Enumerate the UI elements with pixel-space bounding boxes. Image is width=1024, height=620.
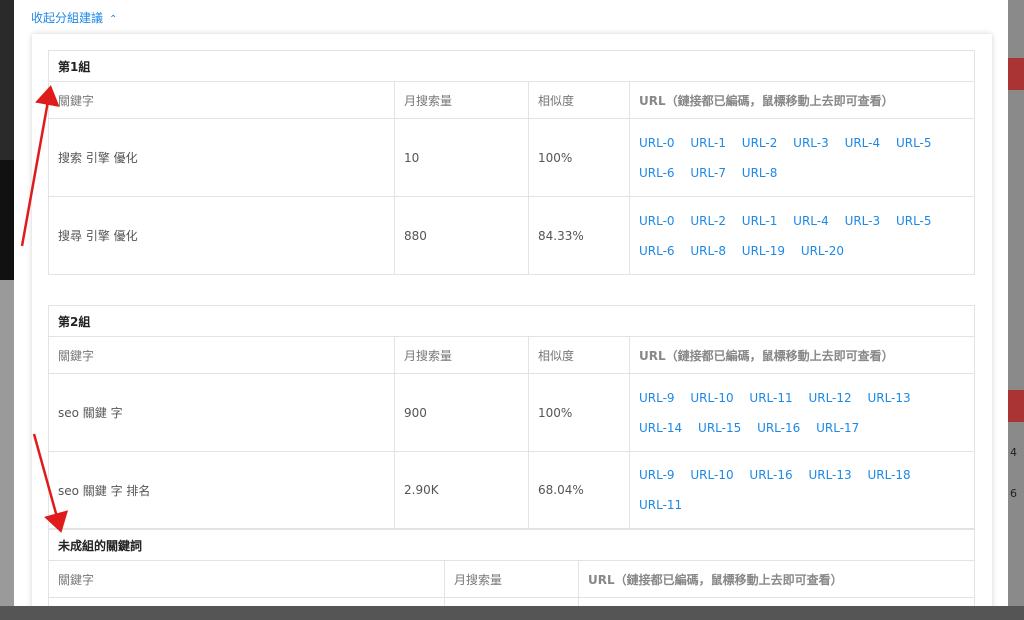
column-header-url: URL（鏈接都已編碼，鼠標移動上去即可查看）: [629, 336, 975, 374]
url-link[interactable]: URL-16: [749, 468, 792, 482]
url-link[interactable]: URL-8: [690, 244, 726, 258]
background-page-left: [0, 0, 14, 620]
group-title: 第2組: [48, 305, 975, 337]
url-link[interactable]: URL-19: [742, 244, 785, 258]
url-link[interactable]: URL-18: [867, 468, 910, 482]
background-block: [0, 160, 14, 280]
url-link[interactable]: URL-16: [757, 421, 800, 435]
url-link[interactable]: URL-12: [808, 391, 851, 405]
keyword-cell: seo 關鍵 字: [48, 373, 395, 452]
collapse-groups-toggle[interactable]: 收起分組建議 ⌃: [31, 9, 117, 26]
similarity-cell: 84.33%: [528, 196, 630, 275]
column-header-keyword: 關鍵字: [48, 560, 445, 598]
url-cell: URL-0 URL-2 URL-1 URL-4 URL-3 URL-5 URL-…: [629, 196, 975, 275]
column-header-volume: 月搜索量: [394, 336, 529, 374]
url-link[interactable]: URL-5: [896, 214, 932, 228]
url-link[interactable]: URL-3: [793, 136, 829, 150]
url-link[interactable]: URL-11: [639, 498, 682, 512]
url-link[interactable]: URL-4: [845, 136, 881, 150]
url-link[interactable]: URL-4: [793, 214, 829, 228]
url-link[interactable]: URL-10: [690, 468, 733, 482]
url-link[interactable]: URL-9: [639, 391, 675, 405]
similarity-cell: 68.04%: [528, 451, 630, 529]
table-row: 搜尋 引擎 優化 880 84.33% URL-0 URL-2 URL-1 UR…: [48, 196, 975, 275]
table-row: [48, 597, 975, 606]
collapse-groups-label: 收起分組建議: [31, 11, 104, 25]
url-link[interactable]: URL-8: [742, 166, 778, 180]
url-link[interactable]: URL-6: [639, 166, 675, 180]
volume-cell: 2.90K: [394, 451, 529, 529]
keyword-cell: [48, 597, 445, 606]
group-suggestion-modal: 收起分組建議 ⌃ 第1組 關鍵字 月搜索量 相似度 URL（鏈接都已編碼，鼠標移動…: [14, 0, 1008, 606]
url-link[interactable]: URL-17: [816, 421, 859, 435]
url-cell: URL-9 URL-10 URL-11 URL-12 URL-13 URL-14…: [629, 373, 975, 452]
url-cell: [578, 597, 975, 606]
volume-cell: 900: [394, 373, 529, 452]
background-delete-button: [1008, 58, 1024, 90]
table-row: seo 關鍵 字 排名 2.90K 68.04% URL-9 URL-10 UR…: [48, 451, 975, 529]
column-header-url: URL（鏈接都已編碼，鼠標移動上去即可查看）: [629, 81, 975, 119]
url-link[interactable]: URL-13: [808, 468, 851, 482]
group-table-1: 第1組 關鍵字 月搜索量 相似度 URL（鏈接都已編碼，鼠標移動上去即可查看） …: [48, 50, 975, 275]
url-link[interactable]: URL-1: [742, 214, 778, 228]
column-header-volume: 月搜索量: [444, 560, 579, 598]
group-title: 未成組的關鍵詞: [48, 529, 975, 561]
group-suggestion-card: 第1組 關鍵字 月搜索量 相似度 URL（鏈接都已編碼，鼠標移動上去即可查看） …: [32, 34, 992, 606]
ungrouped-keywords-table: 未成組的關鍵詞 關鍵字 月搜索量 URL（鏈接都已編碼，鼠標移動上去即可查看）: [48, 529, 975, 606]
column-header-similarity: 相似度: [528, 81, 630, 119]
url-link[interactable]: URL-5: [896, 136, 932, 150]
url-link[interactable]: URL-15: [698, 421, 741, 435]
url-link[interactable]: URL-20: [801, 244, 844, 258]
url-link[interactable]: URL-13: [867, 391, 910, 405]
group-table-2: 第2組 關鍵字 月搜索量 相似度 URL（鏈接都已編碼，鼠標移動上去即可查看） …: [48, 305, 975, 529]
volume-cell: 880: [394, 196, 529, 275]
table-row: seo 關鍵 字 900 100% URL-9 URL-10 URL-11 UR…: [48, 373, 975, 452]
url-link[interactable]: URL-3: [845, 214, 881, 228]
column-header-url: URL（鏈接都已編碼，鼠標移動上去即可查看）: [578, 560, 975, 598]
url-link[interactable]: URL-2: [690, 214, 726, 228]
url-link[interactable]: URL-14: [639, 421, 682, 435]
group-title: 第1組: [48, 50, 975, 82]
chevron-up-icon: ⌃: [109, 14, 118, 25]
url-cell: URL-0 URL-1 URL-2 URL-3 URL-4 URL-5 URL-…: [629, 118, 975, 197]
background-delete-button: [1008, 390, 1024, 422]
url-cell: URL-9 URL-10 URL-16 URL-13 URL-18 URL-11: [629, 451, 975, 529]
background-bottom-bar: [0, 606, 1024, 620]
similarity-cell: 100%: [528, 118, 630, 197]
background-page-right: 4 6: [1008, 0, 1024, 620]
url-link[interactable]: URL-9: [639, 468, 675, 482]
volume-cell: [444, 597, 579, 606]
url-link[interactable]: URL-1: [690, 136, 726, 150]
volume-cell: 10: [394, 118, 529, 197]
background-block: [0, 280, 14, 620]
url-link[interactable]: URL-6: [639, 244, 675, 258]
background-number: 4: [1010, 446, 1017, 459]
keyword-cell: 搜尋 引擎 優化: [48, 196, 395, 275]
background-number: 6: [1010, 487, 1017, 500]
similarity-cell: 100%: [528, 373, 630, 452]
column-header-volume: 月搜索量: [394, 81, 529, 119]
column-header-keyword: 關鍵字: [48, 81, 395, 119]
keyword-cell: 搜索 引擎 優化: [48, 118, 395, 197]
background-block: [0, 0, 14, 160]
url-link[interactable]: URL-2: [742, 136, 778, 150]
url-link[interactable]: URL-11: [749, 391, 792, 405]
url-link[interactable]: URL-10: [690, 391, 733, 405]
column-header-keyword: 關鍵字: [48, 336, 395, 374]
url-link[interactable]: URL-0: [639, 214, 675, 228]
keyword-cell: seo 關鍵 字 排名: [48, 451, 395, 529]
column-header-similarity: 相似度: [528, 336, 630, 374]
url-link[interactable]: URL-7: [690, 166, 726, 180]
url-link[interactable]: URL-0: [639, 136, 675, 150]
table-row: 搜索 引擎 優化 10 100% URL-0 URL-1 URL-2 URL-3…: [48, 118, 975, 197]
